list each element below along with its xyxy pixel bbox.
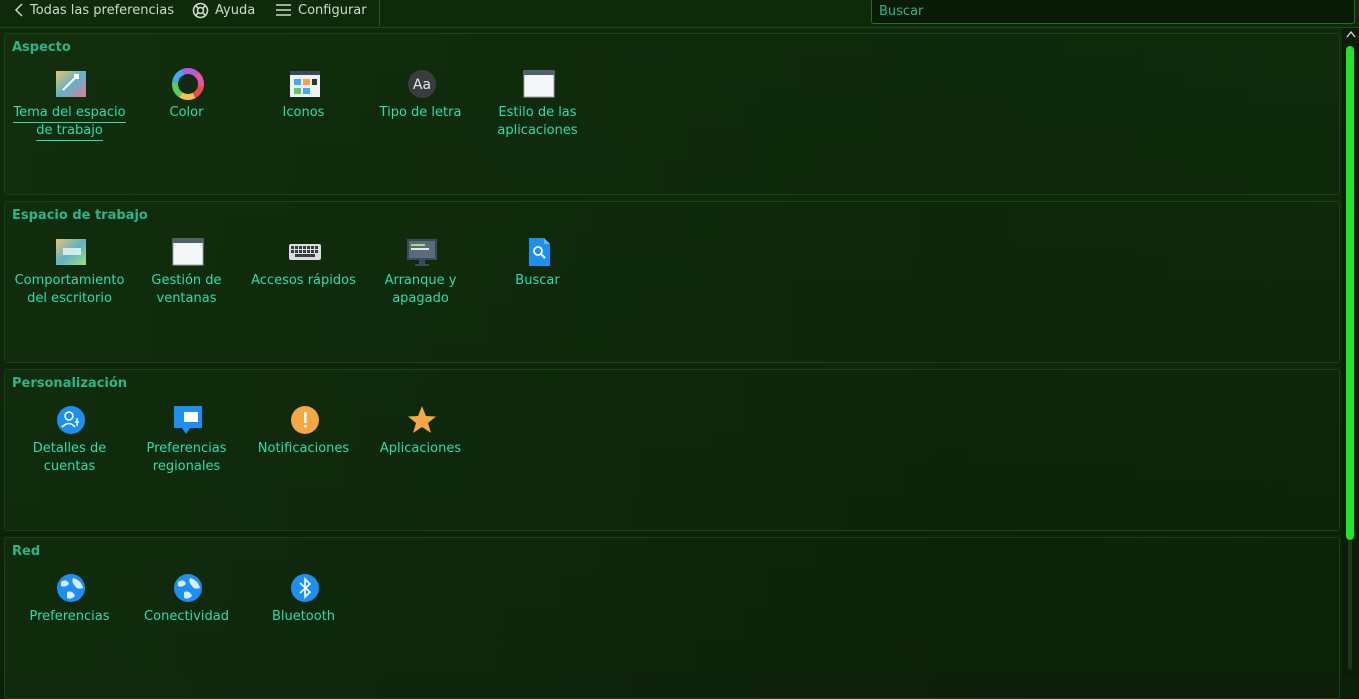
item-label: Aplicaciones [379,441,462,456]
search-input[interactable] [871,0,1355,24]
scrollbar-thumb[interactable] [1346,46,1354,540]
item-label: Preferencias [29,609,110,624]
item-label: Tipo de letra [379,105,462,120]
item-label: Preferencias regionales [146,441,227,474]
item-workspace-theme[interactable]: Tema del espacio de trabajo [11,66,128,162]
item-label: Gestión de ventanas [151,273,222,306]
lifebuoy-icon [192,2,209,19]
item-label: Tema del espacio de trabajo [13,105,126,141]
star-icon [406,404,438,436]
item-label: Bluetooth [271,609,336,624]
notification-icon [289,404,321,436]
item-label: Conectividad [144,609,229,624]
section-title: Red [12,544,41,559]
item-desktop-behavior[interactable]: Comportamiento del escritorio [11,234,128,330]
item-notifications[interactable]: Notificaciones [245,402,362,498]
item-label: Iconos [282,105,325,120]
back-button[interactable]: Todas las preferencias [14,0,174,20]
help-button[interactable]: Ayuda [192,0,255,20]
configure-label: Configurar [298,2,367,18]
scrollbar-rail [1348,540,1352,670]
back-label: Todas las preferencias [30,2,174,18]
item-window-management[interactable]: Gestión de ventanas [128,234,245,330]
item-connectivity[interactable]: Conectividad [128,570,245,666]
search-file-icon [523,236,555,268]
item-label: Color [169,105,204,120]
account-icon [55,404,87,436]
item-bluetooth[interactable]: Bluetooth [245,570,362,666]
item-shortcuts[interactable]: Accesos rápidos [245,234,362,330]
svg-text:Aa: Aa [413,77,431,93]
toolbar: Todas las preferencias Ayuda Configurar [0,0,1359,28]
color-wheel-icon [172,68,204,100]
item-label: Estilo de las aplicaciones [497,105,578,138]
globe-icon [55,572,87,604]
item-color[interactable]: Color [128,66,245,162]
item-app-style[interactable]: Estilo de las aplicaciones [479,66,596,162]
section-espacio-de-trabajo: Espacio de trabajo Comportamiento del es… [4,201,1340,363]
item-network-preferences[interactable]: Preferencias [11,570,128,666]
item-search[interactable]: Buscar [479,234,596,330]
configure-button[interactable]: Configurar [275,0,367,20]
section-title: Espacio de trabajo [12,208,148,223]
item-label: Notificaciones [257,441,350,456]
keyboard-icon [289,236,321,268]
item-label: Buscar [515,273,560,288]
chevron-left-icon [14,3,24,17]
window-management-icon [172,236,204,268]
toolbar-separator [379,0,380,26]
font-icon: Aa [406,68,438,100]
section-title: Aspecto [12,40,71,55]
help-label: Ayuda [215,2,256,18]
item-applications[interactable]: Aplicaciones [362,402,479,498]
startup-shutdown-icon [406,236,438,268]
regional-icon [172,404,204,436]
section-red: Red Preferencias Conectividad Bluetooth [4,537,1340,699]
main-content: Aspecto Tema del espacio de trabajo Colo… [0,28,1342,699]
item-label: Accesos rápidos [251,273,356,288]
item-label: Comportamiento del escritorio [14,273,125,306]
hamburger-menu-icon [275,3,292,17]
workspace-theme-icon [55,68,87,100]
item-label: Detalles de cuentas [32,441,107,474]
item-label: Arranque y apagado [384,273,457,306]
icons-icon [289,68,321,100]
scroll-up-arrow-icon[interactable] [1345,30,1357,42]
item-startup-shutdown[interactable]: Arranque y apagado [362,234,479,330]
bluetooth-icon [289,572,321,604]
app-style-icon [523,68,555,100]
section-personalizacion: Personalización Detalles de cuentas Pref… [4,369,1340,531]
desktop-behavior-icon [55,236,87,268]
section-aspecto: Aspecto Tema del espacio de trabajo Colo… [4,33,1340,195]
item-regional[interactable]: Preferencias regionales [128,402,245,498]
item-icons[interactable]: Iconos [245,66,362,162]
globe-icon [172,572,204,604]
item-account-details[interactable]: Detalles de cuentas [11,402,128,498]
item-font[interactable]: Aa Tipo de letra [362,66,479,162]
section-title: Personalización [12,376,128,391]
